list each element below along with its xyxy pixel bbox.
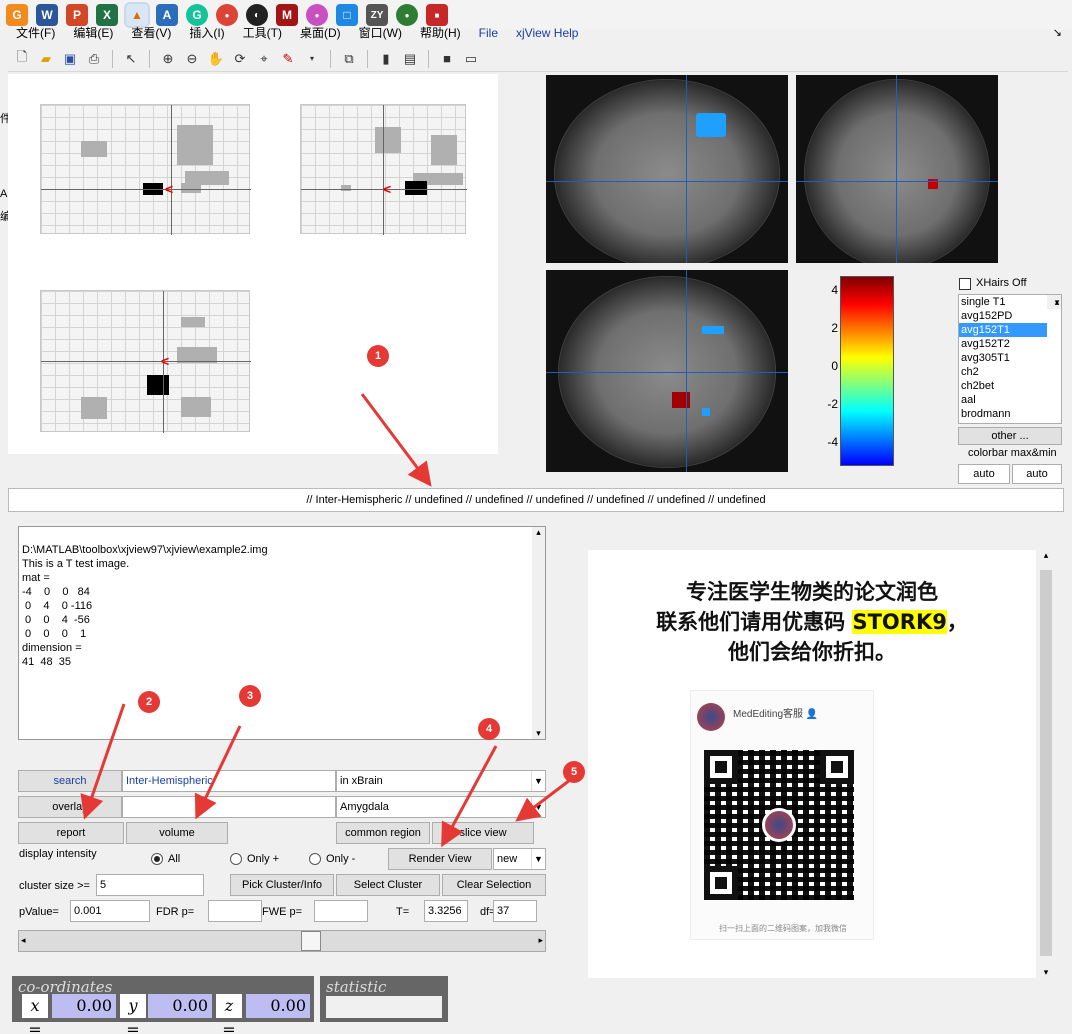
arrow-4 [441, 745, 498, 848]
arrow-3 [194, 725, 242, 820]
annotation-2: 2 [138, 691, 160, 713]
annotation-1: 1 [367, 345, 389, 367]
arrow-1 [360, 393, 432, 487]
annotation-4: 4 [478, 718, 500, 740]
annotation-3: 3 [239, 685, 261, 707]
arrow-5 [515, 778, 571, 822]
annotation-5: 5 [563, 761, 585, 783]
arrow-2 [80, 703, 126, 820]
annotation-arrows [80, 393, 571, 848]
